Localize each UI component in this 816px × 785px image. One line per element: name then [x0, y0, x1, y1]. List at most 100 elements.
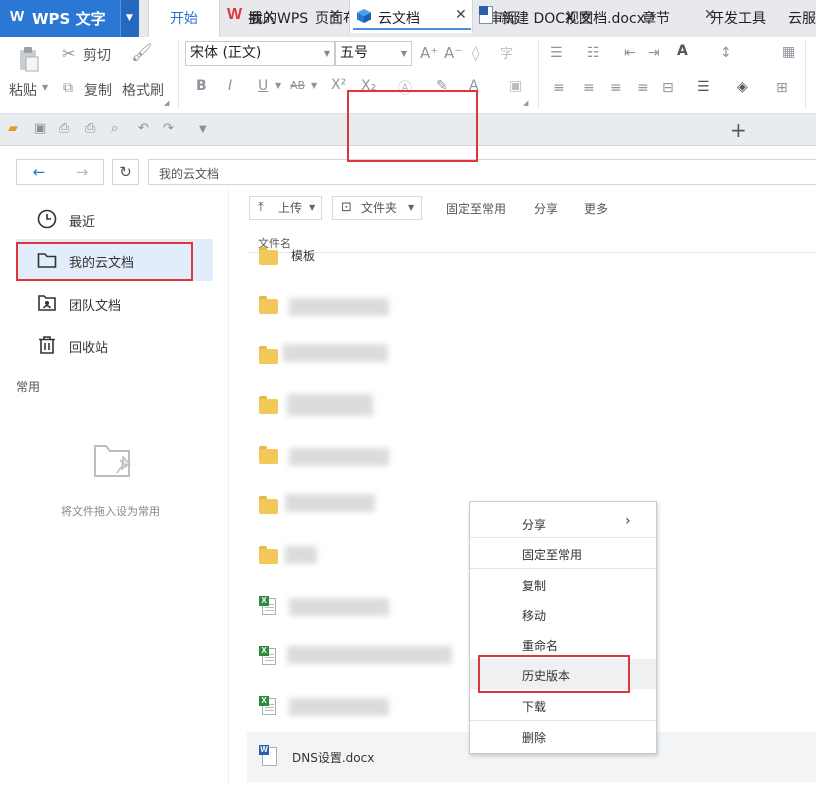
font-name-select[interactable]: 宋体 (正文) ▼: [185, 41, 335, 66]
copy-button[interactable]: 复制: [84, 80, 112, 100]
dialog-launcher-icon[interactable]: ◢: [523, 99, 528, 107]
sidebar-item-label: 团队文档: [69, 299, 122, 314]
line-spacing-icon[interactable]: ☰: [697, 79, 710, 95]
tab-label: 我的WPS: [249, 11, 309, 27]
italic-icon[interactable]: I: [228, 78, 232, 94]
bold-icon[interactable]: B: [196, 78, 207, 94]
close-icon[interactable]: ✕: [329, 7, 341, 23]
output-pdf-icon[interactable]: ⎙: [59, 121, 69, 136]
undo-icon[interactable]: ↶: [138, 121, 149, 136]
new-folder-icon: ⊡: [341, 200, 352, 215]
upload-button[interactable]: ⤒ 上传 ▼: [249, 196, 322, 220]
menu-item-copy[interactable]: 复制: [470, 569, 656, 599]
forward-button[interactable]: →: [61, 159, 104, 185]
grow-font-icon[interactable]: A⁺: [420, 44, 438, 62]
borders-icon[interactable]: ▦: [782, 44, 795, 60]
chevron-down-icon[interactable]: ▼: [275, 81, 281, 90]
align-right-icon[interactable]: ≡: [610, 80, 622, 96]
align-center-icon[interactable]: ≡: [583, 80, 595, 96]
menu-item-share[interactable]: 分享 ›: [470, 508, 656, 538]
clear-format-icon[interactable]: ◊: [472, 44, 479, 62]
open-folder-icon[interactable]: ▰: [8, 121, 18, 136]
redacted-file-name: [285, 546, 317, 564]
print-icon[interactable]: ⎙: [85, 121, 95, 136]
justify-icon[interactable]: ≡: [637, 80, 649, 96]
menu-item-label: 分享: [522, 518, 547, 532]
underline-icon[interactable]: U: [258, 78, 268, 94]
text-direction-icon[interactable]: A: [677, 43, 688, 59]
distributed-icon[interactable]: ⊟: [662, 80, 674, 96]
new-tab-plus-icon[interactable]: +: [730, 118, 747, 142]
list-item[interactable]: [247, 382, 816, 432]
scissors-icon[interactable]: ✂: [62, 44, 75, 63]
increase-indent-icon[interactable]: ⇥: [648, 45, 660, 61]
save-icon[interactable]: ▣: [34, 121, 46, 136]
spreadsheet-icon: X: [259, 596, 277, 616]
tab-cloud[interactable]: 云服: [788, 0, 816, 37]
bullet-list-icon[interactable]: ☰: [550, 45, 563, 61]
sidebar-item-team-docs[interactable]: 团队文档: [16, 282, 213, 324]
file-name: DNS设置.docx: [292, 751, 375, 765]
tab-my-wps[interactable]: W 我的WPS ✕: [219, 0, 347, 32]
align-left-icon[interactable]: ≡: [553, 80, 565, 96]
format-painter-button[interactable]: 格式刷: [122, 80, 164, 100]
decrease-indent-icon[interactable]: ⇤: [624, 45, 636, 61]
chevron-down-icon[interactable]: ▼: [42, 83, 48, 92]
context-menu: 分享 › 固定至常用 复制 移动 重命名 历史版本 下载 删除: [469, 501, 657, 754]
list-item[interactable]: [247, 432, 816, 482]
folder-label: 文件夹: [361, 201, 398, 215]
strikethrough-icon[interactable]: AB: [290, 79, 305, 92]
folder-button[interactable]: ⊡ 文件夹 ▼: [332, 196, 422, 220]
sort-icon[interactable]: ↕: [720, 45, 732, 61]
shading-icon[interactable]: ◈: [737, 79, 748, 95]
app-dropdown-button[interactable]: ▼: [120, 0, 139, 37]
phonetic-guide-icon[interactable]: 字: [500, 43, 513, 62]
back-button[interactable]: ←: [16, 159, 62, 185]
redacted-file-name: [287, 394, 373, 416]
menu-item-pin[interactable]: 固定至常用: [470, 538, 656, 568]
dialog-launcher-icon[interactable]: ◢: [164, 99, 169, 107]
list-item[interactable]: [247, 332, 816, 382]
tab-cloud-docs[interactable]: 云文档 ✕: [349, 0, 473, 33]
app-menu-button[interactable]: W WPS 文字 ▼: [0, 0, 139, 37]
close-icon[interactable]: ✕: [455, 7, 467, 23]
paste-icon[interactable]: [14, 45, 42, 73]
font-size-select[interactable]: 五号 ▼: [335, 41, 412, 66]
trash-icon: [37, 335, 57, 355]
close-icon[interactable]: ✕: [704, 7, 716, 23]
chevron-down-icon[interactable]: ▼: [311, 81, 317, 90]
list-item[interactable]: 模板: [247, 247, 816, 269]
redo-icon[interactable]: ↷: [163, 121, 174, 136]
wps-logo-icon: W: [10, 8, 25, 25]
border-icon[interactable]: ⊞: [776, 80, 788, 96]
superscript-icon[interactable]: X²: [331, 77, 346, 93]
menu-item-label: 固定至常用: [522, 548, 583, 562]
folder-icon: [259, 396, 279, 414]
print-preview-icon[interactable]: ⌕: [111, 121, 118, 136]
word-doc-icon: [479, 6, 493, 24]
more-button[interactable]: 更多: [584, 200, 608, 217]
menu-item-move[interactable]: 移动: [470, 599, 656, 629]
paste-button[interactable]: 粘贴: [9, 80, 37, 100]
section-title-frequent: 常用: [16, 380, 41, 394]
tab-new-docx[interactable]: 新建 DOCX 文档.docx * ✕: [475, 0, 723, 32]
pin-to-frequent-button[interactable]: 固定至常用: [446, 200, 506, 217]
path-field[interactable]: 我的云文档: [148, 159, 816, 185]
numbered-list-icon[interactable]: ☷: [587, 45, 600, 61]
menu-item-delete[interactable]: 删除: [470, 721, 656, 751]
sidebar-item-recycle-bin[interactable]: 回收站: [16, 324, 213, 366]
menu-item-download[interactable]: 下载: [470, 690, 656, 720]
chevron-down-icon: ▼: [400, 49, 407, 58]
list-item[interactable]: [247, 282, 816, 332]
redacted-file-name: [285, 494, 375, 512]
format-painter-icon[interactable]: 🖌: [131, 43, 153, 63]
tab-home[interactable]: 开始: [148, 0, 220, 38]
shrink-font-icon[interactable]: A⁻: [444, 44, 462, 62]
share-button[interactable]: 分享: [534, 200, 558, 217]
refresh-button[interactable]: ↻: [112, 159, 139, 185]
char-shading-icon[interactable]: ▣: [509, 78, 522, 94]
copy-icon[interactable]: ⧉: [63, 80, 73, 96]
cut-button[interactable]: 剪切: [83, 45, 111, 65]
sidebar-item-recent[interactable]: 最近: [16, 198, 213, 240]
chevron-down-icon[interactable]: ▼: [199, 124, 207, 135]
